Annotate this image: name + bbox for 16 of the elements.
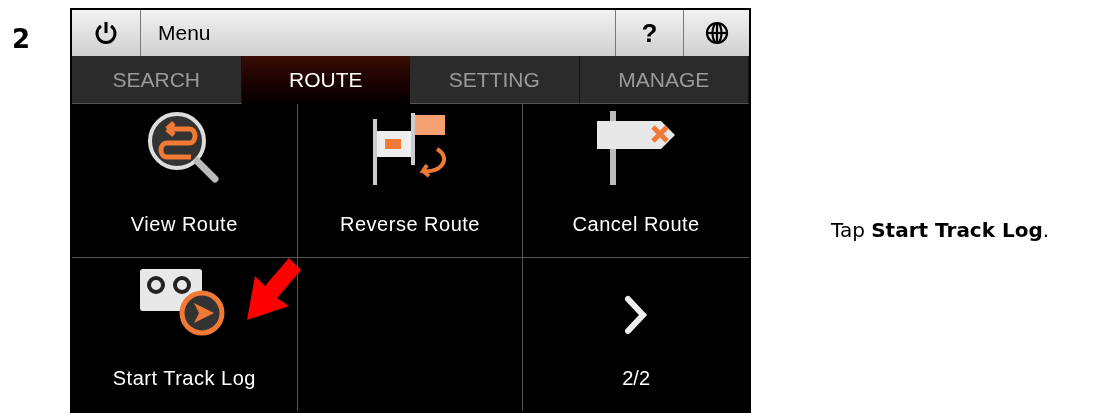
menu-item[interactable]: View Route: [130, 108, 238, 239]
power-icon: [93, 20, 119, 46]
tab[interactable]: SETTING: [410, 56, 580, 104]
menu-item[interactable]: Cancel Route: [572, 108, 700, 239]
chevron-right-icon: [623, 295, 650, 335]
next-page-button[interactable]: [623, 295, 650, 335]
page-indicator: 2/2: [622, 366, 651, 391]
tab[interactable]: MANAGE: [579, 56, 749, 104]
menu-title: Menu: [158, 20, 211, 47]
step-number: 2: [12, 24, 31, 54]
menu-item[interactable]: Start Track Log: [112, 263, 256, 393]
tab[interactable]: ROUTE: [241, 56, 410, 104]
menu-item[interactable]: Reverse Route: [340, 108, 480, 239]
tab[interactable]: SEARCH: [72, 56, 242, 104]
instruction-text: Tap Start Track Log.: [831, 217, 1050, 244]
globe-icon: [704, 21, 729, 45]
